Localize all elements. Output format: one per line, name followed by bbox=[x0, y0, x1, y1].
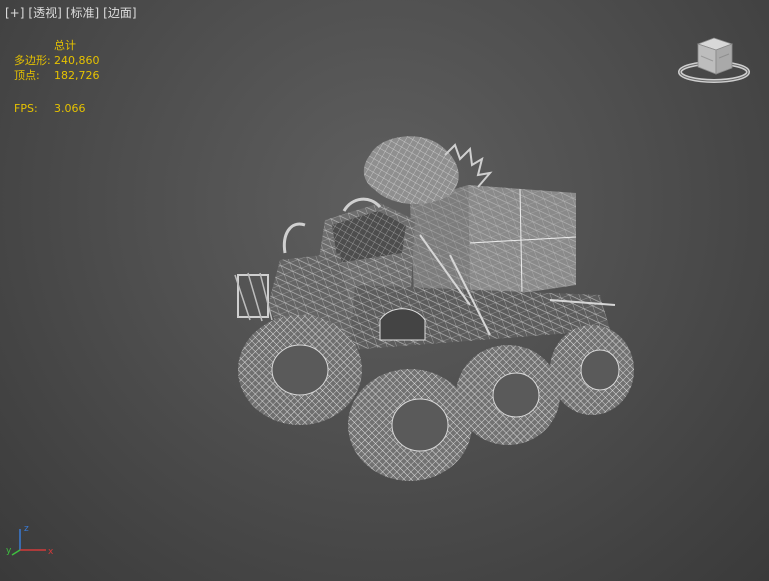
viewport-menu-plus[interactable]: [+] bbox=[5, 6, 24, 20]
vertices-value: 182,726 bbox=[54, 69, 100, 82]
wheel-front-left bbox=[238, 315, 362, 425]
stats-header: 总计 bbox=[54, 39, 76, 52]
viewcube-icon[interactable] bbox=[676, 34, 752, 86]
fps-value: 3.066 bbox=[54, 102, 86, 115]
vertices-label: 顶点: bbox=[14, 69, 40, 82]
viewport-menu-perspective[interactable]: [透视] bbox=[28, 6, 61, 20]
viewport-label-menu: [+] [透视] [标准] [边面] bbox=[5, 6, 137, 20]
polygons-label: 多边形: bbox=[14, 54, 51, 67]
axis-tripod-icon: z y x bbox=[6, 524, 54, 557]
perspective-viewport[interactable]: [+] [透视] [标准] [边面] 总计 多边形: 240,860 顶点: 1… bbox=[0, 0, 769, 581]
viewport-menu-edged-faces[interactable]: [边面] bbox=[103, 6, 136, 20]
wheel-middle-left bbox=[348, 369, 472, 481]
scene-statistics: 总计 多边形: 240,860 顶点: 182,726 FPS: 3.066 bbox=[14, 38, 100, 116]
polygons-value: 240,860 bbox=[54, 54, 100, 67]
wheel-rear-right bbox=[550, 325, 634, 415]
wireframe-monster-truck[interactable] bbox=[220, 125, 640, 490]
wheel-middle-right bbox=[456, 345, 560, 445]
fps-label: FPS: bbox=[14, 102, 38, 115]
axis-y-label: y bbox=[6, 546, 12, 556]
axis-z-label: z bbox=[24, 524, 29, 534]
viewport-menu-standard[interactable]: [标准] bbox=[66, 6, 99, 20]
axis-x-label: x bbox=[48, 547, 54, 557]
